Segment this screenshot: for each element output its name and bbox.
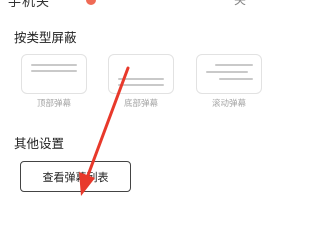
top-danmaku-label: 顶部弹幕: [36, 99, 71, 109]
card-line: [219, 78, 253, 80]
bottom-danmaku-label: 底部弹幕: [123, 99, 158, 109]
card-line: [118, 84, 164, 86]
top-danmaku-option[interactable]: [21, 54, 87, 94]
card-line: [31, 70, 77, 72]
view-danmaku-list-button[interactable]: 查看弹幕列表: [20, 161, 131, 192]
section-title-block-by-type: 按类型屏蔽: [14, 30, 77, 45]
section-title-other-settings: 其他设置: [14, 136, 65, 151]
top-cut-off-right-label: 关: [234, 0, 247, 7]
card-line: [215, 64, 253, 66]
card-line: [31, 64, 77, 66]
scroll-danmaku-label: 滚动弹幕: [211, 99, 246, 109]
scroll-danmaku-option[interactable]: [196, 54, 262, 94]
toggle-switch-knob[interactable]: [86, 0, 96, 5]
bottom-danmaku-option[interactable]: [108, 54, 174, 94]
top-cut-off-label: 手机关: [8, 0, 51, 10]
card-line: [118, 78, 164, 80]
card-line: [206, 71, 248, 73]
view-danmaku-list-label: 查看弹幕列表: [42, 170, 109, 184]
